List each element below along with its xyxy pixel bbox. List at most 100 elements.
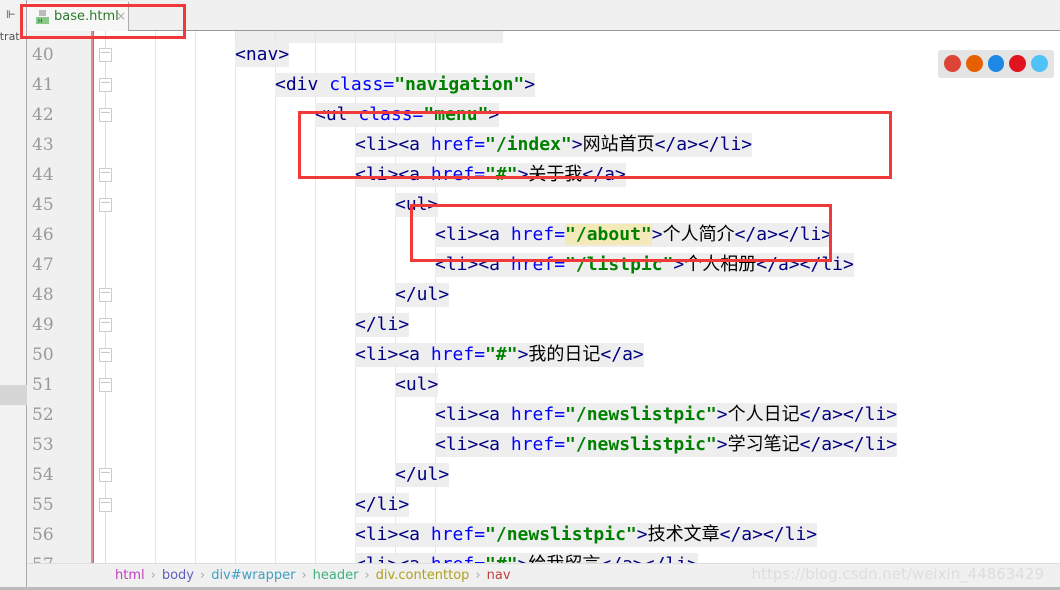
indent-guide (195, 31, 196, 563)
breadcrumb: https://blog.csdn.net/weixin_44863429 ht… (27, 563, 1060, 587)
code-token-tag: > (524, 74, 536, 95)
line-number: 45 (32, 195, 54, 215)
code-token-text: 我的日记 (528, 344, 601, 365)
annotation-box-index (298, 111, 892, 179)
line-number: 55 (32, 495, 54, 515)
panel-selection (0, 385, 27, 405)
breadcrumb-item-div-contenttop[interactable]: div.contenttop (376, 568, 470, 583)
line-number: 48 (32, 285, 54, 305)
code-token-tag: </a> (600, 344, 644, 365)
code-token-value: "/newslistpic" (565, 404, 717, 425)
breadcrumb-item-body[interactable]: body (162, 568, 194, 583)
indent-guide (275, 31, 276, 563)
code-token-tag: </ul> (395, 464, 450, 485)
code-token-tag: </ul> (395, 284, 450, 305)
line-number: 52 (32, 405, 54, 425)
line-number: 43 (32, 135, 54, 155)
code-token-attr: class= (329, 74, 395, 95)
fold-collapse-icon[interactable]: — (99, 198, 112, 212)
code-token-tag: </li> (355, 314, 410, 335)
fold-collapse-icon[interactable]: — (99, 78, 112, 92)
code-token-text: 技术文章 (647, 524, 720, 545)
fold-collapse-icon[interactable]: — (99, 378, 112, 392)
code-token-value: "/newslistpic" (485, 524, 637, 545)
indent-guide (155, 31, 156, 563)
fold-expand-icon[interactable]: — (99, 468, 112, 482)
code-line: </li> (355, 313, 410, 337)
opera-icon[interactable] (1009, 55, 1027, 72)
line-number-gutter: 404142434445464748495051525354555657 (27, 31, 94, 575)
fold-collapse-icon[interactable]: — (99, 168, 112, 182)
fold-collapse-icon[interactable]: — (99, 108, 112, 122)
code-token-tag: > (518, 554, 529, 563)
fold-gutter: — — — — — — — — — — — (95, 31, 115, 563)
code-line: <li><a href="/newslistpic">学习笔记</a></li> (435, 433, 898, 457)
safari-icon[interactable] (987, 55, 1005, 72)
fold-expand-icon[interactable]: — (99, 288, 112, 302)
chrome-icon[interactable] (944, 55, 961, 72)
fold-collapse-icon[interactable]: — (99, 48, 112, 62)
code-token-tag: > (716, 434, 728, 455)
code-token-tag: <li><a (355, 344, 431, 365)
code-token-tag: <div (275, 74, 330, 95)
left-tool-panel: ⊩ strat (0, 0, 27, 590)
line-number: 51 (32, 375, 54, 395)
fold-expand-icon[interactable]: — (99, 498, 112, 512)
code-token-text: 学习笔记 (727, 434, 800, 455)
firefox-icon[interactable] (965, 55, 983, 72)
line-number: 54 (32, 465, 54, 485)
code-line: <li><a href="#">我的日记</a> (355, 343, 644, 367)
line-number: 44 (32, 165, 54, 185)
code-line: <li><a href="/newslistpic">技术文章</a></li> (355, 523, 818, 547)
code-token-tag: <li><a (355, 524, 431, 545)
breadcrumb-item-header[interactable]: header (313, 568, 359, 583)
code-token-attr: href= (431, 554, 485, 563)
annotation-box-tab (20, 4, 186, 39)
breadcrumb-separator: › (364, 568, 370, 583)
code-token-attr: href= (430, 524, 486, 545)
code-token-value: "#" (485, 554, 518, 563)
fold-collapse-icon[interactable]: — (99, 348, 112, 362)
breadcrumb-separator: › (475, 568, 481, 583)
code-token-tag: </a></li> (600, 554, 698, 563)
line-number: 40 (32, 45, 54, 65)
breadcrumb-item-nav[interactable]: nav (487, 568, 511, 583)
breadcrumb-item-html[interactable]: html (115, 568, 145, 583)
fold-expand-icon[interactable]: — (99, 318, 112, 332)
code-token-tag: <li><a (355, 554, 431, 563)
code-token-attr: href= (510, 434, 566, 455)
code-token-tag: </a></li> (719, 524, 818, 545)
indent-guide (235, 31, 236, 563)
ie-icon[interactable] (1031, 55, 1048, 72)
breadcrumb-separator: › (301, 568, 307, 583)
code-token-attr: href= (430, 344, 486, 365)
breadcrumb-item-div-wrapper[interactable]: div#wrapper (211, 568, 295, 583)
code-token-tag: <li><a (435, 434, 511, 455)
annotation-box-about (410, 204, 832, 262)
code-token-text: 给我留言 (528, 554, 600, 563)
code-token-value: "/newslistpic" (565, 434, 717, 455)
code-token-tag: > (716, 404, 728, 425)
code-token-tag: <li><a (435, 404, 511, 425)
line-number: 47 (32, 255, 54, 275)
watermark: https://blog.csdn.net/weixin_44863429 (751, 565, 1044, 583)
code-token-value: "#" (485, 344, 518, 365)
code-line: <nav> (235, 43, 290, 67)
line-number: 50 (32, 345, 54, 365)
code-token-value: "navigation" (394, 74, 525, 95)
code-line: <div class="navigation"> (275, 73, 536, 97)
code-line: <ul> (395, 373, 439, 397)
code-line: <li><a href="#">给我留言</a></li> (355, 553, 698, 563)
breadcrumb-separator: › (150, 568, 156, 583)
pin-icon[interactable]: ⊩ (6, 8, 16, 21)
code-token-attr: href= (510, 404, 566, 425)
code-token-tag: </li> (355, 494, 410, 515)
line-number: 49 (32, 315, 54, 335)
code-line: </ul> (395, 463, 450, 487)
panel-label: strat (0, 30, 20, 43)
line-number: 46 (32, 225, 54, 245)
line-number: 56 (32, 525, 54, 545)
code-line: <li><a href="/newslistpic">个人日记</a></li> (435, 403, 898, 427)
line-number: 42 (32, 105, 54, 125)
line-number: 53 (32, 435, 54, 455)
